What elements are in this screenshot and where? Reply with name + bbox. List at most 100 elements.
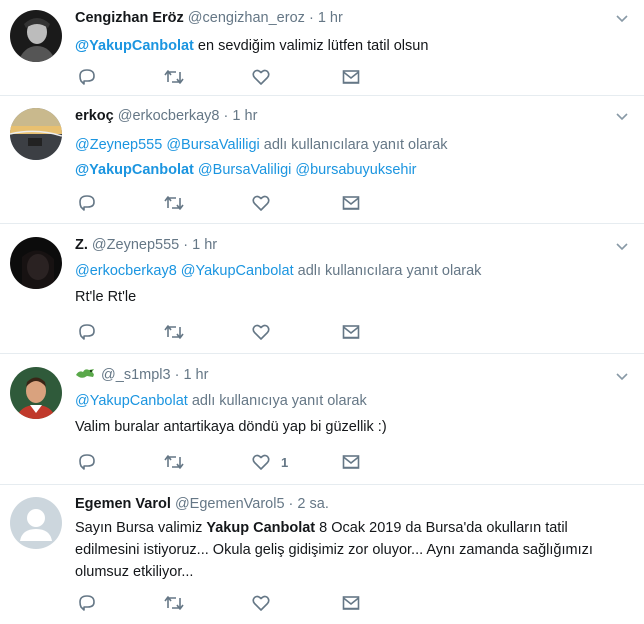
timestamp[interactable]: 2 sa. [297,496,328,512]
retweet-button[interactable] [163,592,185,614]
mention-link[interactable]: @BursaValiligi [198,162,291,178]
envelope-icon [342,596,360,610]
like-button[interactable] [251,66,271,88]
heart-icon [252,454,270,470]
dm-button[interactable] [341,66,361,88]
display-name[interactable]: erkoç [75,108,114,124]
retweet-icon [164,70,184,84]
tweet-content: Cengizhan Eröz @cengizhan_eroz · 1 hr @Y… [75,9,614,57]
tweet-actions [75,321,375,343]
dm-button[interactable] [341,192,361,214]
user-handle[interactable]: @EgemenVarol5 [175,496,285,512]
tweet-content: @_s1mpl3 · 1 hr @YakupCanbolat adlı kull… [75,366,614,438]
tweet-header: Z. @Zeynep555 · 1 hr [75,236,614,254]
reply-button[interactable] [77,66,97,88]
bold-text: Yakup Canbolat [206,520,316,536]
timestamp[interactable]: 1 hr [232,108,257,124]
display-name[interactable]: Z. [75,237,88,253]
reply-icon [79,324,95,340]
reply-icon [79,595,95,611]
display-name[interactable]: Egemen Varol [75,496,171,512]
mention-link[interactable]: @YakupCanbolat [75,162,194,178]
avatar[interactable] [10,497,62,549]
tweet-header: Egemen Varol @EgemenVarol5 · 2 sa. [75,495,604,513]
user-handle[interactable]: @erkocberkay8 [118,108,220,124]
avatar[interactable] [10,237,62,289]
like-button[interactable] [251,192,271,214]
tweet[interactable]: Cengizhan Eröz @cengizhan_eroz · 1 hr @Y… [0,0,644,96]
chevron-down-icon[interactable] [614,10,630,26]
heart-icon [252,324,270,340]
reply-icon [79,454,95,470]
retweet-icon [164,596,184,610]
reply-button[interactable] [77,321,97,343]
chevron-down-icon[interactable] [614,368,630,384]
tweet[interactable]: Z. @Zeynep555 · 1 hr @erkocberkay8 @Yaku… [0,224,644,354]
separator-dot: · [288,496,294,512]
like-button[interactable] [251,321,271,343]
mention-link[interactable]: @BursaValiligi [166,137,259,153]
tweet-text: @YakupCanbolat @BursaValiligi @bursabuyu… [75,159,614,181]
dm-button[interactable] [341,592,361,614]
timestamp[interactable]: 1 hr [318,10,343,26]
tweet-text: @YakupCanbolat en sevdiğim valimiz lütfe… [75,38,429,54]
tweet[interactable]: erkoç @erkocberkay8 · 1 hr @Zeynep555 @B… [0,96,644,224]
chevron-down-icon[interactable] [614,108,630,124]
like-button[interactable]: 1 [251,451,288,473]
mention-link[interactable]: @YakupCanbolat [181,263,294,279]
reply-icon [79,195,95,211]
retweet-button[interactable] [163,321,185,343]
timestamp[interactable]: 1 hr [183,367,208,383]
tweet-header: erkoç @erkocberkay8 · 1 hr [75,107,614,125]
retweet-button[interactable] [163,451,185,473]
tweet-text: Valim buralar antartikaya döndü yap bi g… [75,419,387,435]
envelope-icon [342,325,360,339]
reply-button[interactable] [77,592,97,614]
retweet-button[interactable] [163,192,185,214]
dm-button[interactable] [341,451,361,473]
timestamp[interactable]: 1 hr [192,237,217,253]
tweet-content: Z. @Zeynep555 · 1 hr @erkocberkay8 @Yaku… [75,236,614,308]
display-name[interactable]: Cengizhan Eröz [75,10,184,26]
avatar[interactable] [10,10,62,62]
retweet-icon [164,325,184,339]
tweet-text: Rt'le Rt'le [75,289,137,305]
separator-dot: · [183,237,189,253]
heart-icon [252,595,270,611]
retweet-button[interactable] [163,66,185,88]
avatar[interactable] [10,367,62,419]
envelope-icon [342,70,360,84]
like-count: 1 [281,454,289,470]
tweet-actions [75,192,375,214]
avatar[interactable] [10,108,62,160]
tweet-header: @_s1mpl3 · 1 hr [75,366,614,384]
tweet[interactable]: @_s1mpl3 · 1 hr @YakupCanbolat adlı kull… [0,354,644,485]
user-handle[interactable]: @cengizhan_eroz [188,10,305,26]
mention-link[interactable]: @YakupCanbolat [75,38,194,54]
user-handle[interactable]: @Zeynep555 [92,237,179,253]
separator-dot: · [308,10,314,26]
mention-link[interactable]: @Zeynep555 [75,137,162,153]
separator-dot: · [223,108,229,124]
reply-button[interactable] [77,451,97,473]
tweet-text: Sayın Bursa valimiz Yakup Canbolat 8 Oca… [75,520,593,580]
heart-icon [252,195,270,211]
mention-link[interactable]: @YakupCanbolat [75,393,188,409]
reply-button[interactable] [77,192,97,214]
dm-button[interactable] [341,321,361,343]
retweet-icon [164,196,184,210]
tweet-actions: 1 [75,451,375,473]
dragon-emoji-icon [76,369,94,378]
tweet-actions [75,592,375,614]
retweet-icon [164,455,184,469]
heart-icon [252,69,270,85]
tweet-content: erkoç @erkocberkay8 · 1 hr @Zeynep555 @B… [75,107,614,181]
mention-link[interactable]: @bursabuyuksehir [295,162,416,178]
mention-link[interactable]: @erkocberkay8 [75,263,177,279]
tweet[interactable]: Egemen Varol @EgemenVarol5 · 2 sa. Sayın… [0,485,644,624]
like-button[interactable] [251,592,271,614]
reply-icon [79,69,95,85]
chevron-down-icon[interactable] [614,238,630,254]
user-handle[interactable]: @_s1mpl3 [101,367,171,383]
tweet-header: Cengizhan Eröz @cengizhan_eroz · 1 hr [75,9,614,27]
